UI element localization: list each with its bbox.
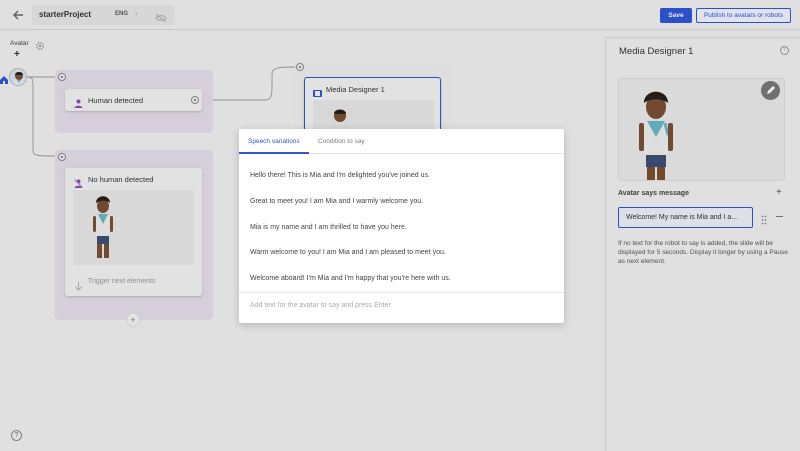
tab-speech-variations[interactable]: Speech variations xyxy=(248,138,300,145)
add-variation-input[interactable]: Add text for the avatar to say and press… xyxy=(250,302,391,309)
tab-condition-to-say[interactable]: Condition to say xyxy=(318,138,365,145)
dialog-tabs: Speech variations Condition to say xyxy=(239,129,564,154)
active-tab-indicator xyxy=(239,152,309,154)
speech-variation-item[interactable]: Warm welcome to you! I am Mia and I am p… xyxy=(250,249,446,256)
speech-variation-item[interactable]: Hello there! This is Mia and I'm delight… xyxy=(250,172,430,179)
speech-variations-dialog: Speech variations Condition to say Hello… xyxy=(239,129,564,323)
speech-variation-item[interactable]: Great to meet you! I am Mia and I warmly… xyxy=(250,198,423,205)
divider xyxy=(239,292,564,293)
speech-variation-item[interactable]: Welcome aboard! I'm Mia and I'm happy th… xyxy=(250,275,451,282)
speech-variation-item[interactable]: Mia is my name and I am thrilled to have… xyxy=(250,224,407,231)
